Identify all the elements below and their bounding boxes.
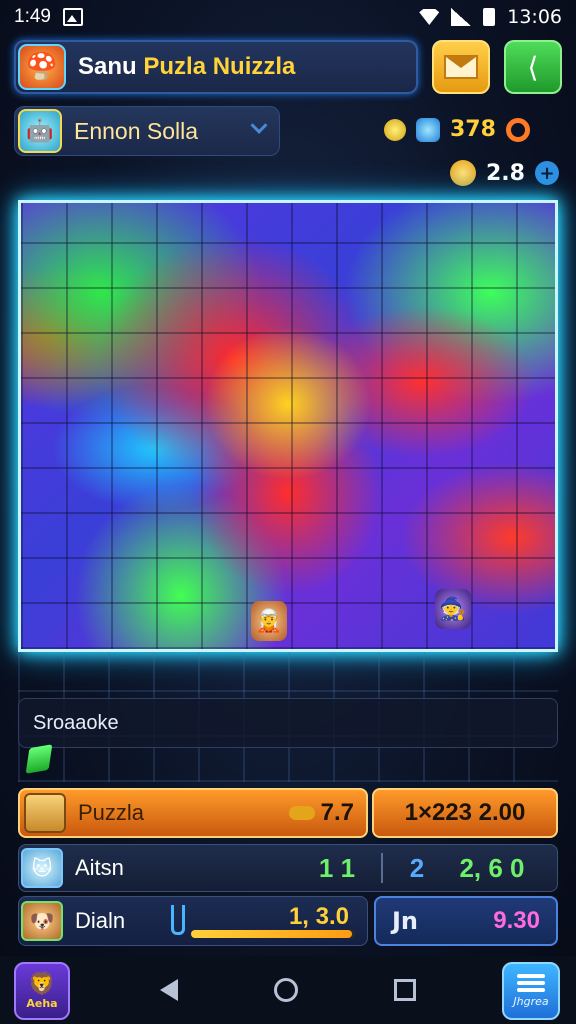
system-nav-bar xyxy=(0,956,576,1024)
title-panel: 🍄 Sanu Puzla Nuizzla xyxy=(14,40,418,94)
puzzle-board[interactable]: 🧝 🧙 xyxy=(18,200,558,652)
back-icon[interactable] xyxy=(160,979,178,1001)
key-icon xyxy=(288,806,315,820)
add-currency-icon[interactable]: + xyxy=(534,161,559,185)
aitsn-label: Aitsn xyxy=(75,855,124,880)
menu-button[interactable]: Jhgrea xyxy=(502,962,560,1020)
jn-label: Jn xyxy=(392,907,419,935)
hero-character-piece[interactable]: 🧝 xyxy=(251,601,287,641)
profile-caption: Aeha xyxy=(26,997,58,1010)
aitsn-value-2: 2 xyxy=(409,852,425,883)
aitsn-value-3: 2, 6 0 xyxy=(459,852,525,883)
mushroom-avatar-icon[interactable]: 🍄 xyxy=(18,44,66,90)
lion-avatar-icon: 🦁 xyxy=(28,972,56,997)
share-icon: ⟨ xyxy=(527,50,539,84)
user-selector[interactable]: 🤖 Ennon Solla xyxy=(14,106,280,156)
aitsn-row[interactable]: 🐱 Aitsn 1 1 2 2, 6 0 xyxy=(18,844,558,892)
search-text: Sroaaoke xyxy=(33,711,119,734)
recents-icon[interactable] xyxy=(394,979,416,1001)
aitsn-values: 1 1 2 2, 6 0 xyxy=(307,853,557,884)
scroll-icon xyxy=(24,793,66,833)
daln-progress: 1, 3.0 xyxy=(169,901,359,941)
cat-avatar-icon: 🐱 xyxy=(21,848,63,888)
puzzle-value: 7.7 xyxy=(320,799,354,826)
puzzle-label: Puzzla xyxy=(78,800,145,825)
daln-label: Dialn xyxy=(75,908,126,933)
daln-progress-value: 1, 3.0 xyxy=(288,903,349,930)
wifi-icon xyxy=(419,9,440,25)
dog-avatar-icon: 🐶 xyxy=(21,901,63,941)
robot-avatar-icon: 🤖 xyxy=(18,109,62,153)
profile-button[interactable]: 🦁 Aeha xyxy=(14,962,70,1020)
title-part-2: Puzla Nuizzla xyxy=(143,53,296,80)
title-part-1: Sanu xyxy=(78,53,137,80)
blue-gem-icon xyxy=(416,117,440,142)
menu-bar-icon xyxy=(517,981,545,985)
lightning-icon xyxy=(384,118,406,141)
puzzle-score-box[interactable]: 1×223 2.00 xyxy=(372,788,558,838)
jn-value: 9.30 xyxy=(493,907,540,934)
chevron-down-icon xyxy=(250,116,268,134)
divider xyxy=(381,853,383,883)
orange-ring-icon[interactable] xyxy=(505,117,530,142)
search-input[interactable]: Sroaaoke xyxy=(18,698,558,748)
puzzle-score-value: 1×223 2.00 xyxy=(404,799,526,826)
resource-row-gems: 378 xyxy=(384,117,530,142)
status-bar: 1:49 13:06 xyxy=(0,0,576,34)
jn-box[interactable]: Jn 9.30 xyxy=(374,896,558,946)
signal-icon xyxy=(451,8,472,26)
status-clock: 13:06 xyxy=(507,6,562,28)
puzzle-row[interactable]: Puzzla 7.7 xyxy=(18,788,368,838)
menu-bar-icon xyxy=(517,988,545,992)
aitsn-value-1: 1 1 xyxy=(318,852,356,883)
stars-count: 2.8 xyxy=(486,160,525,186)
gallery-icon xyxy=(62,8,83,26)
resource-row-stars: 2.8 + xyxy=(450,160,559,186)
progress-fill xyxy=(191,930,352,938)
coin-icon xyxy=(450,160,476,186)
user-name: Ennon Solla xyxy=(74,117,199,144)
home-icon[interactable] xyxy=(274,978,298,1002)
cup-icon xyxy=(171,905,185,935)
envelope-icon xyxy=(444,55,478,79)
menu-bar-icon xyxy=(517,974,545,978)
mail-button[interactable] xyxy=(432,40,490,94)
progress-track xyxy=(191,930,355,938)
rival-character-piece[interactable]: 🧙 xyxy=(435,589,471,629)
daln-row[interactable]: 🐶 Dialn 1, 3.0 xyxy=(18,896,368,946)
gems-count: 378 xyxy=(450,117,496,142)
share-button[interactable]: ⟨ xyxy=(504,40,562,94)
status-time: 1:49 xyxy=(14,6,51,27)
battery-icon xyxy=(483,8,496,26)
menu-caption: Jhgrea xyxy=(513,995,549,1008)
game-title: Sanu Puzla Nuizzla xyxy=(78,53,295,81)
